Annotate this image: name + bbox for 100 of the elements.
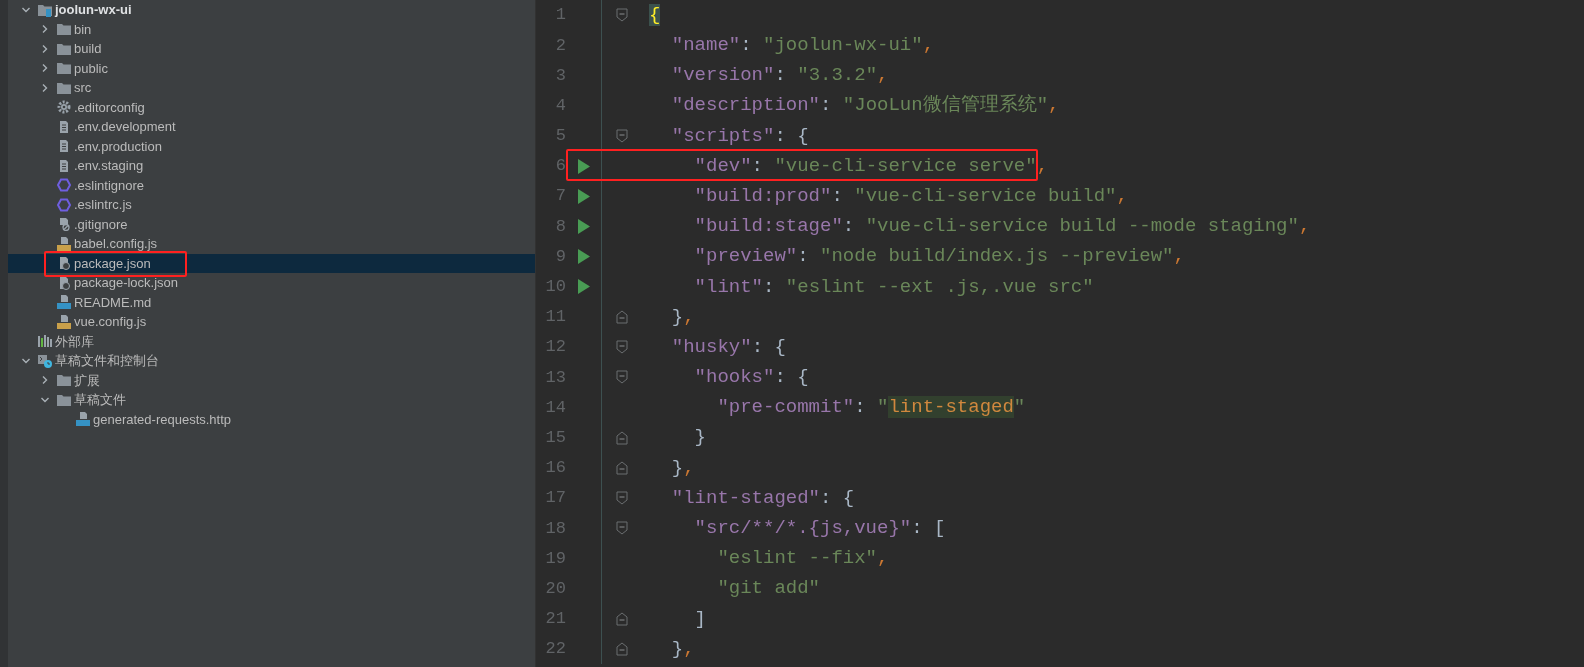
gear-icon (57, 100, 71, 115)
tree-item[interactable]: babel.config.js (8, 234, 535, 254)
fold-icon[interactable] (615, 611, 628, 626)
code-line: "git add" (717, 576, 820, 602)
fold-icon[interactable] (615, 430, 628, 445)
text-file-icon (57, 139, 71, 154)
code-line: "eslint --fix", (717, 546, 889, 572)
folder-icon (38, 2, 52, 17)
folder-icon (57, 392, 71, 407)
fold-icon[interactable] (615, 491, 628, 506)
line-number: 6 (554, 155, 566, 178)
fold-icon[interactable] (615, 8, 628, 23)
line-number: 3 (554, 64, 566, 87)
line-number: 13 (544, 366, 566, 389)
chevron-right-icon[interactable] (40, 43, 50, 54)
run-icon[interactable] (577, 249, 590, 265)
tree-item[interactable]: bin (8, 19, 535, 39)
code-line: "lint": "eslint --ext .js,.vue src" (694, 274, 1094, 300)
chevron-right-icon[interactable] (40, 375, 50, 386)
tree-item[interactable]: README.md (8, 292, 535, 312)
hexagon-icon (57, 178, 71, 193)
line-number: 7 (554, 185, 566, 208)
tree-item[interactable]: .eslintrc.js (8, 195, 535, 215)
folder-icon (57, 61, 71, 76)
fold-icon[interactable] (615, 521, 628, 536)
code-line: ] (694, 606, 706, 632)
script-file-icon (57, 314, 71, 329)
code-line: "preview": "node build/index.js --preview", (694, 244, 1185, 270)
code-line: "lint-staged": { (671, 485, 855, 511)
folder-icon (57, 41, 71, 56)
run-icon[interactable] (577, 279, 590, 295)
code-line: "build:prod": "vue-cli-service build", (694, 183, 1128, 209)
line-number: 12 (544, 336, 566, 359)
tree-item[interactable]: .env.development (8, 117, 535, 137)
script-file-icon (76, 412, 90, 427)
folder-icon (57, 373, 71, 388)
line-number: 9 (554, 245, 566, 268)
line-number: 15 (544, 426, 566, 449)
line-number: 20 (544, 577, 566, 600)
code-line: "description": "JooLun微信管理系统", (671, 93, 1060, 119)
tree-item[interactable]: joolun-wx-ui (8, 0, 535, 20)
code-line: }, (671, 455, 695, 481)
fold-icon[interactable] (615, 309, 628, 324)
tree-item[interactable]: .gitignore (8, 214, 535, 234)
run-icon[interactable] (577, 158, 590, 174)
hexagon-icon (57, 197, 71, 212)
tree-item[interactable]: .eslintignore (8, 175, 535, 195)
ignore-file-icon (57, 217, 71, 232)
code-line: } (694, 425, 706, 451)
fold-icon[interactable] (615, 340, 628, 355)
folder-icon (57, 80, 71, 95)
tree-item[interactable]: public (8, 58, 535, 78)
line-number: 8 (554, 215, 566, 238)
line-number: 22 (544, 638, 566, 661)
run-icon[interactable] (577, 188, 590, 204)
tree-item[interactable]: build (8, 39, 535, 59)
code-line: "scripts": { (671, 123, 809, 149)
fold-icon[interactable] (615, 370, 628, 385)
line-number: 5 (554, 125, 566, 148)
fold-icon[interactable] (615, 460, 628, 475)
fold-icon[interactable] (615, 642, 628, 657)
line-number: 1 (554, 4, 566, 27)
line-number: 2 (554, 34, 566, 57)
script-file-icon (57, 236, 71, 251)
json-file-icon (57, 275, 71, 290)
tree-item[interactable]: .env.staging (8, 156, 535, 176)
line-number: 18 (544, 517, 566, 540)
tree-item[interactable]: vue.config.js (8, 312, 535, 332)
code-line: "dev": "vue-cli-service serve", (694, 153, 1049, 179)
line-number: 11 (544, 306, 566, 329)
code-line: "build:stage": "vue-cli-service build --mode staging", (694, 214, 1311, 240)
line-number: 10 (544, 276, 566, 299)
run-icon[interactable] (577, 218, 590, 234)
line-number: 4 (554, 94, 566, 117)
chevron-right-icon[interactable] (40, 24, 50, 35)
tree-item[interactable]: .env.production (8, 136, 535, 156)
line-number: 17 (544, 487, 566, 510)
tree-item[interactable]: 草稿文件和控制台 (8, 351, 535, 371)
fold-icon[interactable] (615, 128, 628, 143)
line-number: 19 (544, 547, 566, 570)
scratch-console-icon (38, 353, 52, 368)
script-file-icon (57, 295, 71, 310)
text-file-icon (57, 158, 71, 173)
chevron-right-icon[interactable] (40, 82, 50, 93)
chevron-right-icon[interactable] (40, 63, 50, 74)
tree-item[interactable]: 外部库 (8, 331, 535, 351)
line-number: 14 (544, 396, 566, 419)
code-line: }, (671, 304, 695, 330)
tree-item[interactable]: src (8, 78, 535, 98)
code-line: "hooks": { (694, 365, 809, 391)
tree-item[interactable]: 草稿文件 (8, 390, 535, 410)
text-file-icon (57, 119, 71, 134)
tree-item[interactable]: .editorconfig (8, 97, 535, 117)
tree-item[interactable]: package-lock.json (8, 273, 535, 293)
code-line: "husky": { (671, 334, 786, 360)
tree-item[interactable]: 扩展 (8, 370, 535, 390)
library-icon (38, 334, 52, 349)
tree-item[interactable]: generated-requests.http (8, 409, 535, 429)
code-line: "name": "joolun-wx-ui", (671, 33, 935, 59)
folder-icon (57, 22, 71, 37)
